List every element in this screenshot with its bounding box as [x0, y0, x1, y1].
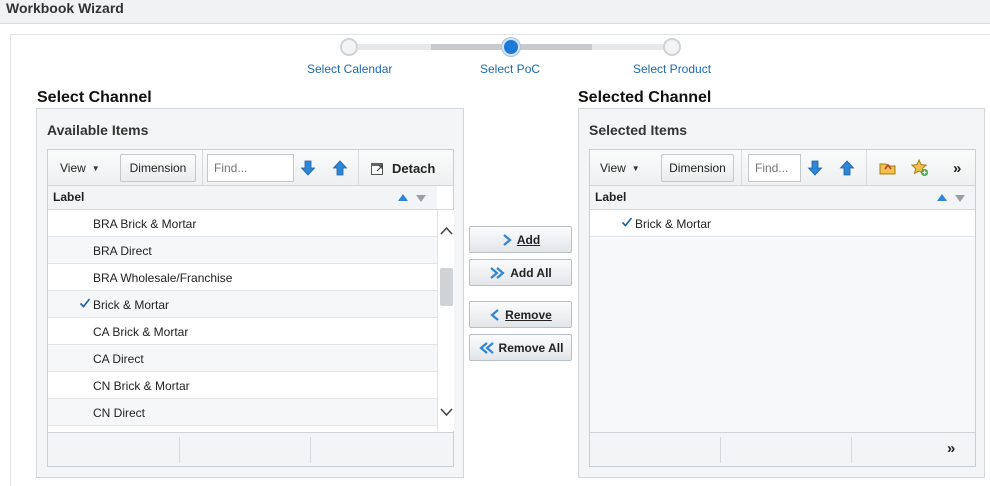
- arrow-down-icon[interactable]: [298, 158, 318, 178]
- selected-toolbar: View ▼ Dimension »: [590, 150, 975, 186]
- train-connector: [592, 44, 664, 50]
- train-stop-poc: [502, 38, 520, 56]
- view-menu[interactable]: View ▼: [60, 150, 100, 186]
- available-table-footer: [48, 432, 453, 466]
- selected-items-table: View ▼ Dimension » Label: [589, 149, 976, 467]
- selected-table-footer: »: [590, 432, 975, 466]
- checkmark-icon: [621, 216, 633, 231]
- label-column-header[interactable]: Label: [590, 186, 975, 210]
- add-button-label: Add: [516, 232, 541, 247]
- label-column-title: Label: [595, 190, 627, 204]
- available-toolbar: View ▼ Dimension Detach: [48, 150, 453, 186]
- chevron-down-icon: ▼: [631, 163, 640, 173]
- toolbar-divider: [741, 150, 742, 186]
- double-chevron-right-icon: [489, 266, 506, 279]
- train-stop-product[interactable]: [663, 38, 681, 56]
- list-item[interactable]: CN Brick & Mortar: [48, 372, 437, 399]
- add-favorite-icon[interactable]: [910, 158, 930, 178]
- header-spacer: [437, 186, 453, 210]
- selected-panel-title: Selected Items: [589, 122, 688, 138]
- find-input[interactable]: [748, 154, 801, 182]
- footer-divider: [720, 437, 721, 463]
- vertical-scrollbar[interactable]: [437, 210, 454, 431]
- list-item[interactable]: Brick & Mortar: [48, 291, 437, 318]
- detach-label: Detach: [392, 160, 436, 176]
- label-column-header[interactable]: Label: [48, 186, 437, 210]
- remove-all-button-label: Remove All: [498, 340, 564, 355]
- list-item[interactable]: BRA Brick & Mortar: [48, 210, 437, 237]
- footer-divider: [851, 437, 852, 463]
- list-item[interactable]: CN Direct: [48, 399, 437, 426]
- checkmark-icon: [79, 297, 91, 312]
- arrow-up-icon[interactable]: [330, 158, 350, 178]
- view-menu-label: View: [600, 161, 626, 175]
- detach-icon: [370, 161, 385, 176]
- footer-divider: [310, 437, 311, 463]
- list-item[interactable]: BRA Direct: [48, 237, 437, 264]
- view-menu[interactable]: View ▼: [600, 150, 640, 186]
- available-items-panel: Available Items View ▼ Dimension Detach: [36, 108, 464, 478]
- sort-descending-icon[interactable]: [415, 192, 427, 206]
- chevron-right-icon: [501, 233, 513, 246]
- scroll-down-icon[interactable]: [440, 406, 453, 420]
- footer-overflow-button[interactable]: »: [947, 440, 955, 457]
- list-overflow: [48, 426, 437, 431]
- sort-ascending-icon[interactable]: [397, 192, 409, 206]
- footer-divider: [179, 437, 180, 463]
- add-all-button-label: Add All: [510, 265, 552, 280]
- train-connector: [511, 44, 592, 50]
- available-panel-title: Available Items: [47, 122, 149, 138]
- toolbar-divider: [202, 150, 203, 186]
- open-folder-icon[interactable]: [878, 158, 898, 178]
- available-section-title: Select Channel: [37, 89, 152, 106]
- empty-list-area: [590, 238, 975, 433]
- selected-items-panel: Selected Items View ▼ Dimension »: [578, 108, 985, 478]
- arrow-up-icon[interactable]: [837, 158, 857, 178]
- dimension-button[interactable]: Dimension: [661, 154, 734, 182]
- remove-all-button[interactable]: Remove All: [469, 334, 572, 361]
- dimension-button[interactable]: Dimension: [120, 154, 196, 182]
- sort-descending-icon[interactable]: [954, 192, 966, 206]
- train-label-poc: Select PoC: [480, 62, 541, 76]
- train-label-calendar[interactable]: Select Calendar: [307, 62, 392, 76]
- remove-button-label: Remove: [505, 307, 552, 322]
- list-item[interactable]: CA Direct: [48, 345, 437, 372]
- toolbar-overflow-button[interactable]: »: [953, 150, 961, 186]
- scrollbar-thumb[interactable]: [440, 268, 453, 306]
- available-items-table: View ▼ Dimension Detach Label: [47, 149, 454, 467]
- double-chevron-left-icon: [478, 341, 495, 354]
- train-connector: [431, 44, 511, 50]
- list-item[interactable]: BRA Wholesale/Franchise: [48, 264, 437, 291]
- add-all-button[interactable]: Add All: [469, 259, 572, 286]
- window-titlebar: Workbook Wizard: [0, 0, 990, 24]
- label-column-title: Label: [53, 190, 85, 204]
- chevron-down-icon: ▼: [91, 163, 100, 173]
- list-item[interactable]: CA Brick & Mortar: [48, 318, 437, 345]
- toolbar-divider: [866, 150, 867, 186]
- detach-button[interactable]: Detach: [370, 150, 435, 186]
- find-input[interactable]: [207, 154, 294, 182]
- train-connector: [358, 44, 431, 50]
- selected-section-title: Selected Channel: [578, 89, 712, 106]
- chevron-left-icon: [489, 308, 501, 321]
- train-label-product[interactable]: Select Product: [633, 62, 711, 76]
- list-item[interactable]: Brick & Mortar: [590, 210, 975, 237]
- scroll-up-icon[interactable]: [440, 224, 453, 238]
- remove-button[interactable]: Remove: [469, 301, 572, 328]
- sort-ascending-icon[interactable]: [936, 192, 948, 206]
- add-button[interactable]: Add: [469, 226, 572, 253]
- train-stop-calendar[interactable]: [340, 38, 358, 56]
- window-title: Workbook Wizard: [6, 0, 124, 16]
- view-menu-label: View: [60, 161, 86, 175]
- toolbar-divider: [358, 150, 359, 186]
- arrow-down-icon[interactable]: [805, 158, 825, 178]
